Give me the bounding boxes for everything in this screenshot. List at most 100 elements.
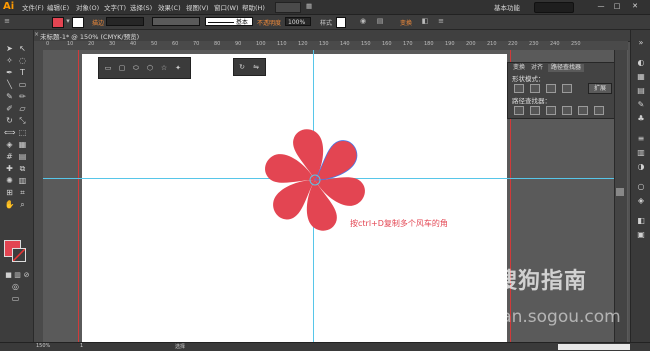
divide-icon[interactable] bbox=[514, 106, 524, 115]
minus-front-icon[interactable] bbox=[530, 84, 540, 93]
pen-tool-icon[interactable]: ✒ bbox=[4, 68, 15, 78]
zoom-level[interactable]: 150% bbox=[36, 343, 50, 349]
reflect-icon[interactable]: ⇋ bbox=[251, 62, 261, 72]
screen-mode-icon[interactable]: ▭ bbox=[10, 294, 21, 304]
bridge-button[interactable] bbox=[275, 2, 301, 13]
artboard-tool-icon[interactable]: ⊞ bbox=[4, 188, 15, 198]
close-icon[interactable]: ✕ bbox=[630, 2, 640, 11]
isolate-icon[interactable]: ◧ bbox=[420, 17, 430, 26]
outline-icon[interactable] bbox=[578, 106, 588, 115]
type-tool-icon[interactable]: T bbox=[17, 68, 28, 78]
merge-icon[interactable] bbox=[546, 106, 556, 115]
vertical-scrollbar[interactable] bbox=[614, 50, 627, 342]
menu-file[interactable]: 文件(F) bbox=[22, 2, 44, 12]
stroke-color-box[interactable] bbox=[12, 248, 26, 262]
tab-close-icon[interactable]: × bbox=[34, 31, 39, 38]
menu-object[interactable]: 对象(O) bbox=[76, 2, 99, 12]
menu-type[interactable]: 文字(T) bbox=[104, 2, 126, 12]
transform-label[interactable]: 变换 bbox=[400, 18, 412, 27]
layers-icon[interactable]: ◧ bbox=[635, 216, 647, 226]
draw-mode-icon[interactable]: ◎ bbox=[10, 282, 21, 292]
magic-wand-icon[interactable]: ✧ bbox=[4, 56, 15, 66]
search-input[interactable] bbox=[534, 2, 574, 13]
flare-icon[interactable]: ✦ bbox=[173, 63, 183, 73]
eyedropper-icon[interactable]: ✚ bbox=[4, 164, 15, 174]
direct-selection-tool-icon[interactable]: ↖ bbox=[17, 44, 28, 54]
brush-style-field[interactable]: 基本 bbox=[205, 17, 253, 26]
slice-tool-icon[interactable]: ⌗ bbox=[17, 188, 28, 198]
trim-icon[interactable] bbox=[530, 106, 540, 115]
transparency-icon[interactable]: ◑ bbox=[635, 162, 647, 172]
align-icon[interactable]: ▤ bbox=[375, 17, 385, 26]
tab-align[interactable]: 对齐 bbox=[528, 64, 546, 72]
zoom-tool-icon[interactable]: ⌕ bbox=[17, 200, 28, 210]
polygon-icon[interactable]: ⬡ bbox=[145, 63, 155, 73]
stroke-label[interactable]: 描边 bbox=[92, 18, 104, 27]
intersect-icon[interactable] bbox=[546, 84, 556, 93]
maximize-icon[interactable]: □ bbox=[612, 2, 622, 11]
perspective-grid-icon[interactable]: ▦ bbox=[17, 140, 28, 150]
graph-tool-icon[interactable]: ▥ bbox=[17, 176, 28, 186]
paintbrush-icon[interactable]: ✎ bbox=[4, 92, 15, 102]
menu-select[interactable]: 选择(S) bbox=[130, 2, 152, 12]
none-mode-icon[interactable]: ⊘ bbox=[21, 270, 32, 280]
style-swatch[interactable] bbox=[336, 17, 346, 28]
arrange-icon[interactable]: ▦ bbox=[306, 2, 312, 10]
exclude-icon[interactable] bbox=[562, 84, 572, 93]
color-guide-icon[interactable]: ▦ bbox=[635, 72, 647, 82]
pencil-icon[interactable]: ✏ bbox=[17, 92, 28, 102]
selection-tool-icon[interactable]: ➤ bbox=[4, 44, 15, 54]
panel-menu-icon[interactable]: ≡ bbox=[436, 17, 446, 26]
ellipse-icon[interactable]: ⬭ bbox=[131, 63, 141, 73]
expand-button[interactable]: 扩展 bbox=[588, 83, 612, 94]
symbols-icon[interactable]: ♣ bbox=[635, 114, 647, 124]
tab-transform[interactable]: 变换 bbox=[510, 64, 528, 72]
menu-window[interactable]: 窗口(W) bbox=[214, 2, 239, 12]
rectangle-tool-icon[interactable]: ▭ bbox=[17, 80, 28, 90]
mesh-tool-icon[interactable]: # bbox=[4, 152, 15, 162]
crop-icon[interactable] bbox=[562, 106, 572, 115]
graphic-styles-icon[interactable]: ◈ bbox=[635, 196, 647, 206]
stroke-weight-field[interactable] bbox=[106, 17, 144, 26]
rotate-icon[interactable]: ↻ bbox=[237, 62, 247, 72]
rotate-tool-icon[interactable]: ↻ bbox=[4, 116, 15, 126]
opacity-label[interactable]: 不透明度 bbox=[257, 18, 281, 27]
blend-tool-icon[interactable]: ⧉ bbox=[17, 164, 28, 174]
stroke-swatch[interactable] bbox=[72, 17, 84, 28]
floating-toolbar-rotate[interactable]: ↻ ⇋ bbox=[233, 58, 266, 76]
width-tool-icon[interactable]: ⟺ bbox=[4, 128, 15, 138]
appearance-icon[interactable]: ○ bbox=[635, 182, 647, 192]
shape-builder-icon[interactable]: ◈ bbox=[4, 140, 15, 150]
opacity-field[interactable]: 100% bbox=[285, 17, 311, 26]
collapse-icon[interactable]: » bbox=[635, 38, 647, 48]
tab-pathfinder[interactable]: 路径查找器 bbox=[548, 64, 585, 72]
pinwheel-shape[interactable] bbox=[230, 100, 400, 260]
swatches-icon[interactable]: ▤ bbox=[635, 86, 647, 96]
page-number[interactable]: 1 bbox=[80, 343, 83, 349]
color-panel-icon[interactable]: ◐ bbox=[635, 58, 647, 68]
menu-help[interactable]: 帮助(H) bbox=[242, 2, 265, 12]
gradient-tool-icon[interactable]: ▤ bbox=[17, 152, 28, 162]
workspace-switcher[interactable]: 基本功能 bbox=[494, 2, 520, 12]
unite-icon[interactable] bbox=[514, 84, 524, 93]
artboards-icon[interactable]: ▣ bbox=[635, 230, 647, 240]
rect-icon[interactable]: ▭ bbox=[103, 63, 113, 73]
rounded-rect-icon[interactable]: ▢ bbox=[117, 63, 127, 73]
recolor-icon[interactable]: ◉ bbox=[358, 17, 368, 26]
scale-tool-icon[interactable]: ⤡ bbox=[17, 116, 28, 126]
hand-tool-icon[interactable]: ✋ bbox=[4, 200, 15, 210]
floating-toolbar[interactable]: ▭ ▢ ⬭ ⬡ ☆ ✦ bbox=[98, 57, 191, 79]
menu-edit[interactable]: 编辑(E) bbox=[47, 2, 69, 12]
minimize-icon[interactable]: — bbox=[596, 2, 606, 11]
minus-back-icon[interactable] bbox=[594, 106, 604, 115]
scrollbar-thumb[interactable] bbox=[616, 188, 624, 196]
variable-width-field[interactable] bbox=[152, 17, 200, 26]
menu-view[interactable]: 视图(V) bbox=[186, 2, 209, 12]
blob-brush-icon[interactable]: ✐ bbox=[4, 104, 15, 114]
star-icon[interactable]: ☆ bbox=[159, 63, 169, 73]
brushes-icon[interactable]: ✎ bbox=[635, 100, 647, 110]
gradient-panel-icon[interactable]: ▥ bbox=[635, 148, 647, 158]
lasso-icon[interactable]: ◌ bbox=[17, 56, 28, 66]
stroke-panel-icon[interactable]: ≡ bbox=[635, 134, 647, 144]
eraser-icon[interactable]: ▱ bbox=[17, 104, 28, 114]
